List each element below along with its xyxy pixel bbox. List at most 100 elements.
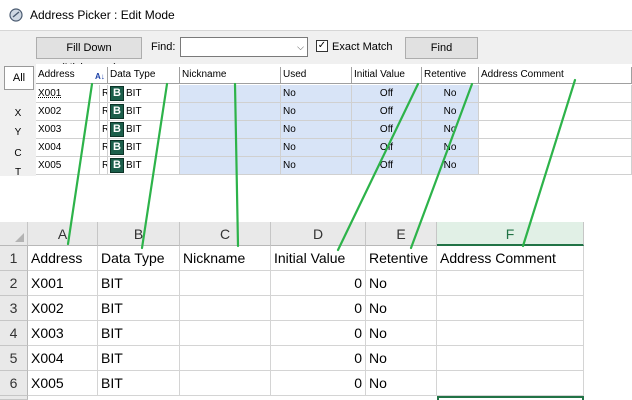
picker-cell-address[interactable]: X001 [36, 85, 100, 103]
picker-cell-retentive[interactable]: No [422, 103, 479, 121]
picker-cell-type[interactable]: B BIT [108, 103, 180, 121]
picker-cell-used[interactable]: No [281, 139, 352, 157]
picker-cell-initial[interactable]: Off [352, 103, 422, 121]
picker-cell-address[interactable]: X005 [36, 157, 100, 175]
picker-cell-flag[interactable]: R [100, 157, 108, 175]
picker-cell-retentive[interactable]: No [422, 121, 479, 139]
data-cell[interactable]: No [366, 296, 437, 321]
data-cell[interactable]: BIT [98, 346, 180, 371]
data-cell[interactable]: X004 [28, 346, 98, 371]
chevron-down-icon[interactable]: ⌵ [297, 42, 304, 53]
picker-cell-used[interactable]: No [281, 157, 352, 175]
picker-cell-initial[interactable]: Off [352, 157, 422, 175]
column-header-c[interactable]: C [180, 222, 271, 246]
find-input[interactable]: ⌵ [180, 37, 308, 57]
picker-cell-type[interactable]: B BIT [108, 121, 180, 139]
data-cell[interactable] [437, 346, 584, 371]
selected-cell-f7[interactable] [437, 396, 584, 400]
picker-cell-initial[interactable]: Off [352, 85, 422, 103]
row-header[interactable]: 6 [0, 371, 28, 396]
picker-cell-flag[interactable]: R [100, 139, 108, 157]
fill-down-button[interactable]: Fill Down (Nickname) [36, 37, 142, 74]
picker-cell-nickname[interactable] [180, 85, 281, 103]
picker-cell-comment[interactable] [479, 139, 632, 157]
picker-cell-nickname[interactable] [180, 121, 281, 139]
data-cell[interactable]: X002 [28, 296, 98, 321]
row-header[interactable]: 5 [0, 346, 28, 371]
data-cell[interactable]: No [366, 371, 437, 396]
header-cell[interactable]: Initial Value [271, 246, 366, 271]
col-header-address-comment[interactable]: Address Comment [479, 67, 632, 84]
picker-cell-comment[interactable] [479, 121, 632, 139]
picker-cell-nickname[interactable] [180, 157, 281, 175]
data-cell[interactable]: BIT [98, 371, 180, 396]
tab-all[interactable]: All [4, 66, 34, 90]
column-header-b[interactable]: B [98, 222, 180, 246]
picker-cell-initial[interactable]: Off [352, 139, 422, 157]
data-cell[interactable]: No [366, 346, 437, 371]
picker-cell-nickname[interactable] [180, 103, 281, 121]
row-header[interactable]: 4 [0, 321, 28, 346]
data-cell[interactable]: 0 [271, 371, 366, 396]
picker-cell-address[interactable]: X004 [36, 139, 100, 157]
picker-cell-used[interactable]: No [281, 121, 352, 139]
row-header[interactable]: 3 [0, 296, 28, 321]
picker-cell-comment[interactable] [479, 103, 632, 121]
col-header-initial-value[interactable]: Initial Value [352, 67, 422, 84]
tab-x[interactable]: X [4, 108, 32, 119]
sort-icon[interactable]: A↓ [95, 69, 105, 83]
data-cell[interactable] [437, 321, 584, 346]
column-header-a[interactable]: A [28, 222, 98, 246]
data-cell[interactable]: No [366, 321, 437, 346]
picker-cell-address[interactable]: X002 [36, 103, 100, 121]
data-cell[interactable] [180, 296, 271, 321]
picker-cell-type[interactable]: B BIT [108, 85, 180, 103]
data-cell[interactable]: 0 [271, 321, 366, 346]
data-cell[interactable]: X001 [28, 271, 98, 296]
data-cell[interactable]: BIT [98, 296, 180, 321]
picker-cell-retentive[interactable]: No [422, 85, 479, 103]
tab-c[interactable]: C [4, 148, 32, 159]
data-cell[interactable]: BIT [98, 321, 180, 346]
exact-match-checkbox[interactable]: ✓ [316, 40, 328, 52]
data-cell[interactable] [437, 271, 584, 296]
picker-cell-initial[interactable]: Off [352, 121, 422, 139]
picker-cell-flag[interactable]: R [100, 103, 108, 121]
picker-cell-address[interactable]: X003 [36, 121, 100, 139]
picker-cell-retentive[interactable]: No [422, 157, 479, 175]
data-cell[interactable] [180, 346, 271, 371]
header-cell[interactable]: Address Comment [437, 246, 584, 271]
picker-cell-used[interactable]: No [281, 103, 352, 121]
picker-cell-comment[interactable] [479, 157, 632, 175]
data-cell[interactable]: 0 [271, 296, 366, 321]
data-cell[interactable] [180, 271, 271, 296]
data-cell[interactable] [180, 321, 271, 346]
col-header-data-type[interactable]: Data Type [108, 67, 180, 84]
data-cell[interactable]: X003 [28, 321, 98, 346]
picker-cell-flag[interactable]: R [100, 121, 108, 139]
row-header[interactable]: 2 [0, 271, 28, 296]
data-cell[interactable] [437, 371, 584, 396]
column-header-f[interactable]: F [437, 222, 584, 246]
picker-cell-type[interactable]: B BIT [108, 157, 180, 175]
tab-y[interactable]: Y [4, 127, 32, 138]
header-cell[interactable]: Nickname [180, 246, 271, 271]
row-header-partial[interactable] [0, 396, 28, 400]
picker-cell-flag[interactable]: R [100, 85, 108, 103]
header-cell[interactable]: Address [28, 246, 98, 271]
row-header[interactable]: 1 [0, 246, 28, 271]
picker-cell-type[interactable]: B BIT [108, 139, 180, 157]
column-header-d[interactable]: D [271, 222, 366, 246]
header-cell[interactable]: Data Type [98, 246, 180, 271]
col-header-used[interactable]: Used [281, 67, 352, 84]
column-header-e[interactable]: E [366, 222, 437, 246]
select-all-corner[interactable] [0, 222, 28, 246]
tab-t[interactable]: T [4, 167, 32, 176]
data-cell[interactable]: BIT [98, 271, 180, 296]
data-cell[interactable] [180, 371, 271, 396]
data-cell[interactable]: 0 [271, 346, 366, 371]
picker-cell-retentive[interactable]: No [422, 139, 479, 157]
data-cell[interactable]: No [366, 271, 437, 296]
col-header-retentive[interactable]: Retentive [422, 67, 479, 84]
data-cell[interactable] [437, 296, 584, 321]
